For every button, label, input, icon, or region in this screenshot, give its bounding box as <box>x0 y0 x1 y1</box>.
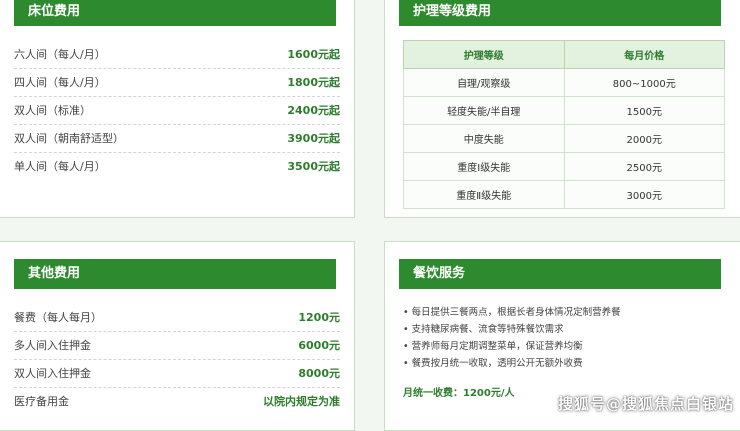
table-row: 重度Ⅰ级失能 2500元 <box>403 152 725 181</box>
care-level-cell: 重度Ⅱ级失能 <box>403 180 565 209</box>
bed-fee-row: 双人间（朝南舒适型） 3900元起 <box>14 125 340 153</box>
dining-service-list: • 每日提供三餐两点，根据长者身体情况定制营养餐 • 支持糖尿病餐、流食等特殊餐… <box>403 304 733 372</box>
other-fee-card: 其他费用 餐费（每人每月） 1200元 多人间入住押金 6000元 双人间入住押金 8… <box>0 241 355 431</box>
care-level-cell: 自理/观察级 <box>403 68 565 97</box>
price-cell: 2000元 <box>563 124 725 153</box>
other-fee-title: 其他费用 <box>14 259 336 289</box>
other-fee-row: 医疗备用金 以院内规定为准 <box>14 388 340 415</box>
bed-fee-row: 四人间（每人/月） 1800元起 <box>14 69 340 97</box>
price-cell: 800~1000元 <box>563 68 725 97</box>
row-value: 8000元 <box>298 367 340 380</box>
list-item-text: 支持糖尿病餐、流食等特殊餐饮需求 <box>411 324 564 335</box>
care-level-card: 护理等级费用 护理等级 每月价格 自理/观察级 800~1000元 轻度失能/半自… <box>384 0 740 218</box>
bed-fee-row: 六人间（每人/月） 1600元起 <box>14 41 340 69</box>
row-label: 双人间（标准） <box>14 104 91 117</box>
row-value: 2400元起 <box>287 104 340 117</box>
list-item-text: 营养师每月定期调整菜单，保证营养均衡 <box>411 341 583 352</box>
bed-fee-card: 床位费用 六人间（每人/月） 1600元起 四人间（每人/月） 1800元起 双人间… <box>0 0 355 218</box>
dining-service-title: 餐饮服务 <box>399 259 721 289</box>
row-label: 双人间（朝南舒适型） <box>14 132 124 145</box>
other-fee-row: 餐费（每人每月） 1200元 <box>14 304 340 332</box>
price-cell: 2500元 <box>563 152 725 181</box>
price-cell: 1500元 <box>563 96 725 125</box>
row-value: 1600元起 <box>287 48 340 61</box>
care-level-cell: 重度Ⅰ级失能 <box>403 152 565 181</box>
care-level-table: 护理等级 每月价格 自理/观察级 800~1000元 轻度失能/半自理 1500元 … <box>403 40 725 209</box>
list-item: • 餐费按月统一收取，透明公开无额外收费 <box>403 358 583 369</box>
bed-fee-title: 床位费用 <box>14 0 336 26</box>
table-row: 中度失能 2000元 <box>403 124 725 153</box>
list-item-text: 每日提供三餐两点，根据长者身体情况定制营养餐 <box>411 307 621 318</box>
list-item: • 营养师每月定期调整菜单，保证营养均衡 <box>403 341 583 352</box>
bed-fee-row: 单人间（每人/月） 3500元起 <box>14 153 340 180</box>
other-fee-row: 多人间入住押金 6000元 <box>14 332 340 360</box>
table-row: 自理/观察级 800~1000元 <box>403 68 725 97</box>
row-value: 6000元 <box>298 339 340 352</box>
row-label: 医疗备用金 <box>14 395 69 408</box>
list-item: • 支持糖尿病餐、流食等特殊餐饮需求 <box>403 324 564 335</box>
monthly-fee-note: 月统一收费：1200元/人 <box>403 388 515 399</box>
other-fee-row: 双人间入住押金 8000元 <box>14 360 340 388</box>
bed-fee-row: 双人间（标准） 2400元起 <box>14 97 340 125</box>
care-level-cell: 轻度失能/半自理 <box>403 96 565 125</box>
table-row: 轻度失能/半自理 1500元 <box>403 96 725 125</box>
list-item: • 每日提供三餐两点，根据长者身体情况定制营养餐 <box>403 307 621 318</box>
row-label: 餐费（每人每月） <box>14 311 102 324</box>
care-level-title: 护理等级费用 <box>399 0 721 26</box>
row-label: 双人间入住押金 <box>14 367 91 380</box>
row-label: 四人间（每人/月） <box>14 76 106 89</box>
row-value: 1800元起 <box>287 76 340 89</box>
row-label: 六人间（每人/月） <box>14 48 106 61</box>
watermark: 搜狐号@搜狐焦点白银站 <box>558 395 735 413</box>
price-cell: 3000元 <box>563 180 725 209</box>
row-value: 以院内规定为准 <box>263 395 340 408</box>
row-value: 3500元起 <box>287 160 340 173</box>
table-row: 重度Ⅱ级失能 3000元 <box>403 180 725 209</box>
care-level-cell: 中度失能 <box>403 124 565 153</box>
row-label: 多人间入住押金 <box>14 339 91 352</box>
header-care-level: 护理等级 <box>403 40 565 69</box>
header-monthly-price: 每月价格 <box>563 40 725 69</box>
row-label: 单人间（每人/月） <box>14 160 106 173</box>
row-value: 1200元 <box>298 311 340 324</box>
table-header-row: 护理等级 每月价格 <box>403 40 725 69</box>
list-item-text: 餐费按月统一收取，透明公开无额外收费 <box>411 358 583 369</box>
row-value: 3900元起 <box>287 132 340 145</box>
